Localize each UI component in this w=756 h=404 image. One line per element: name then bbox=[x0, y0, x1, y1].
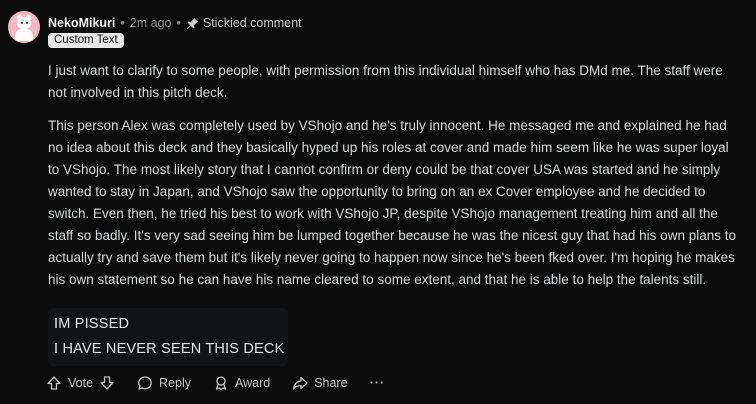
share-label: Share bbox=[314, 376, 348, 390]
award-button[interactable]: Award bbox=[213, 375, 270, 391]
arrow-down-icon[interactable] bbox=[99, 375, 115, 391]
reply-label: Reply bbox=[159, 376, 191, 390]
comment-paragraph: This person Alex was completely used by … bbox=[48, 118, 736, 287]
vote-label: Vote bbox=[68, 376, 94, 390]
arrow-up-icon[interactable] bbox=[46, 375, 62, 391]
award-icon bbox=[213, 375, 229, 391]
separator-dot: • bbox=[176, 16, 181, 30]
embedded-image[interactable]: IM PISSED I HAVE NEVER SEEN THIS DECK bbox=[48, 308, 288, 366]
pin-icon bbox=[186, 17, 199, 30]
vote-control: Vote bbox=[46, 375, 115, 391]
speech-bubble-icon bbox=[137, 375, 153, 391]
separator-dot: • bbox=[120, 16, 125, 30]
username[interactable]: NekoMikuri bbox=[48, 16, 115, 30]
stickied-label: Stickied comment bbox=[202, 16, 302, 30]
comment-timestamp[interactable]: 2m ago bbox=[130, 16, 172, 30]
reply-button[interactable]: Reply bbox=[137, 375, 191, 391]
avatar[interactable] bbox=[8, 11, 40, 43]
comment-action-bar: Vote Reply Award Share ··· bbox=[46, 372, 407, 394]
avatar-eye-right bbox=[26, 22, 28, 24]
more-options-button[interactable]: ··· bbox=[370, 376, 386, 390]
comment-header: NekoMikuri • 2m ago • Stickied comment bbox=[48, 15, 302, 31]
image-text-line: I HAVE NEVER SEEN THIS DECK bbox=[54, 341, 285, 357]
share-arrow-icon bbox=[292, 375, 308, 391]
comment-paragraph: I just want to clarify to some people, w… bbox=[48, 63, 723, 100]
avatar-body bbox=[15, 28, 33, 41]
image-text-line: IM PISSED bbox=[54, 316, 130, 332]
user-flair: Custom Text bbox=[48, 33, 124, 48]
avatar-eye-left bbox=[21, 22, 23, 24]
award-label: Award bbox=[235, 376, 271, 390]
share-button[interactable]: Share bbox=[292, 375, 348, 391]
